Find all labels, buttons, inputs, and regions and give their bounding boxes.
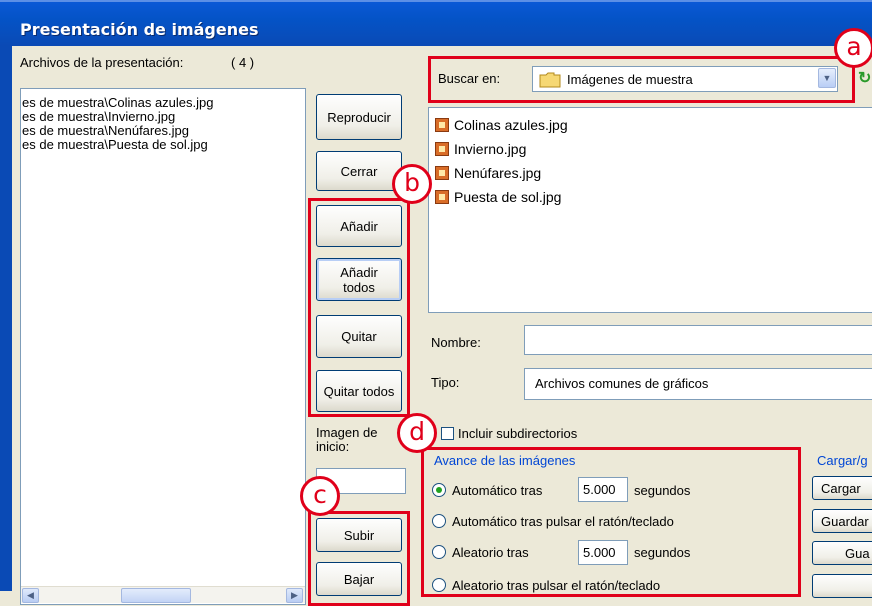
annotation-c: c (300, 476, 340, 516)
window-title: Presentación de imágenes (20, 20, 259, 39)
annotation-a: a (834, 28, 872, 68)
advance-group-label: Avance de las imágenes (432, 453, 578, 468)
auto-after-label: Automático tras (452, 483, 543, 498)
list-item[interactable]: es de muestra\Puesta de sol.jpg (21, 138, 305, 152)
random-after-label: Aleatorio tras (452, 545, 529, 560)
window-frame (0, 46, 12, 591)
chevron-down-icon[interactable]: ▼ (818, 68, 836, 88)
look-in-value: Imágenes de muestra (567, 72, 693, 87)
remove-button[interactable]: Quitar (316, 315, 402, 358)
loadsave-extra-button[interactable] (812, 574, 872, 598)
add-all-label: Añadir todos (340, 264, 378, 295)
scroll-right-icon[interactable]: ▶ (286, 588, 303, 603)
file-browser-list[interactable]: Colinas azules.jpg Invierno.jpg Nenúfare… (428, 107, 872, 313)
close-button[interactable]: Cerrar (316, 151, 402, 191)
annotation-d: d (397, 413, 437, 453)
folder-icon (539, 72, 561, 88)
scroll-thumb[interactable] (121, 588, 191, 603)
loadsave-group-label: Cargar/g (815, 453, 870, 468)
image-file-icon (435, 190, 449, 204)
auto-after-seconds-input[interactable]: 5.000 (578, 477, 628, 502)
up-button[interactable]: Subir (316, 518, 402, 552)
annotation-b: b (392, 164, 432, 204)
radio-auto-after[interactable] (432, 483, 446, 497)
title-bar[interactable]: Presentación de imágenes (0, 0, 872, 46)
image-file-icon (435, 166, 449, 180)
radio-auto-click[interactable] (432, 514, 446, 528)
scroll-left-icon[interactable]: ◀ (22, 588, 39, 603)
random-after-unit: segundos (634, 545, 691, 560)
list-item[interactable]: es de muestra\Nenúfares.jpg (21, 124, 305, 138)
add-button[interactable]: Añadir (316, 205, 402, 247)
files-label: Archivos de la presentación: (20, 55, 184, 70)
type-label: Tipo: (431, 375, 460, 390)
type-dropdown[interactable]: Archivos comunes de gráficos (524, 368, 872, 400)
radio-random-after[interactable] (432, 545, 446, 559)
add-all-button[interactable]: Añadir todos (316, 258, 402, 301)
look-in-dropdown[interactable]: Imágenes de muestra ▼ (532, 66, 838, 92)
save-as-button[interactable]: Gua (812, 541, 872, 565)
files-count: ( 4 ) (231, 55, 255, 70)
radio-random-click[interactable] (432, 578, 446, 592)
look-in-label: Buscar en: (438, 71, 501, 86)
name-label: Nombre: (431, 335, 481, 350)
list-item[interactable]: es de muestra\Invierno.jpg (21, 110, 305, 124)
start-image-label: Imagen de inicio: (316, 425, 378, 454)
list-item[interactable]: es de muestra\Colinas azules.jpg (21, 96, 305, 110)
remove-all-button[interactable]: Quitar todos (316, 370, 402, 412)
name-input[interactable] (524, 325, 872, 355)
image-file-icon (435, 118, 449, 132)
include-subdirs-checkbox[interactable] (441, 427, 454, 440)
image-file-icon (435, 142, 449, 156)
presentation-file-list[interactable]: es de muestra\Colinas azules.jpg es de m… (20, 88, 306, 605)
random-after-seconds-input[interactable]: 5.000 (578, 540, 628, 565)
refresh-icon[interactable]: ↻ (858, 68, 872, 88)
play-button[interactable]: Reproducir (316, 94, 402, 140)
include-subdirs-label: Incluir subdirectorios (458, 426, 578, 441)
load-button[interactable]: Cargar (812, 476, 872, 500)
type-value: Archivos comunes de gráficos (535, 376, 709, 391)
horizontal-scrollbar[interactable]: ◀ ▶ (21, 586, 305, 603)
auto-click-label: Automático tras pulsar el ratón/teclado (452, 514, 674, 529)
auto-after-unit: segundos (634, 483, 691, 498)
save-button[interactable]: Guardar (812, 509, 872, 533)
